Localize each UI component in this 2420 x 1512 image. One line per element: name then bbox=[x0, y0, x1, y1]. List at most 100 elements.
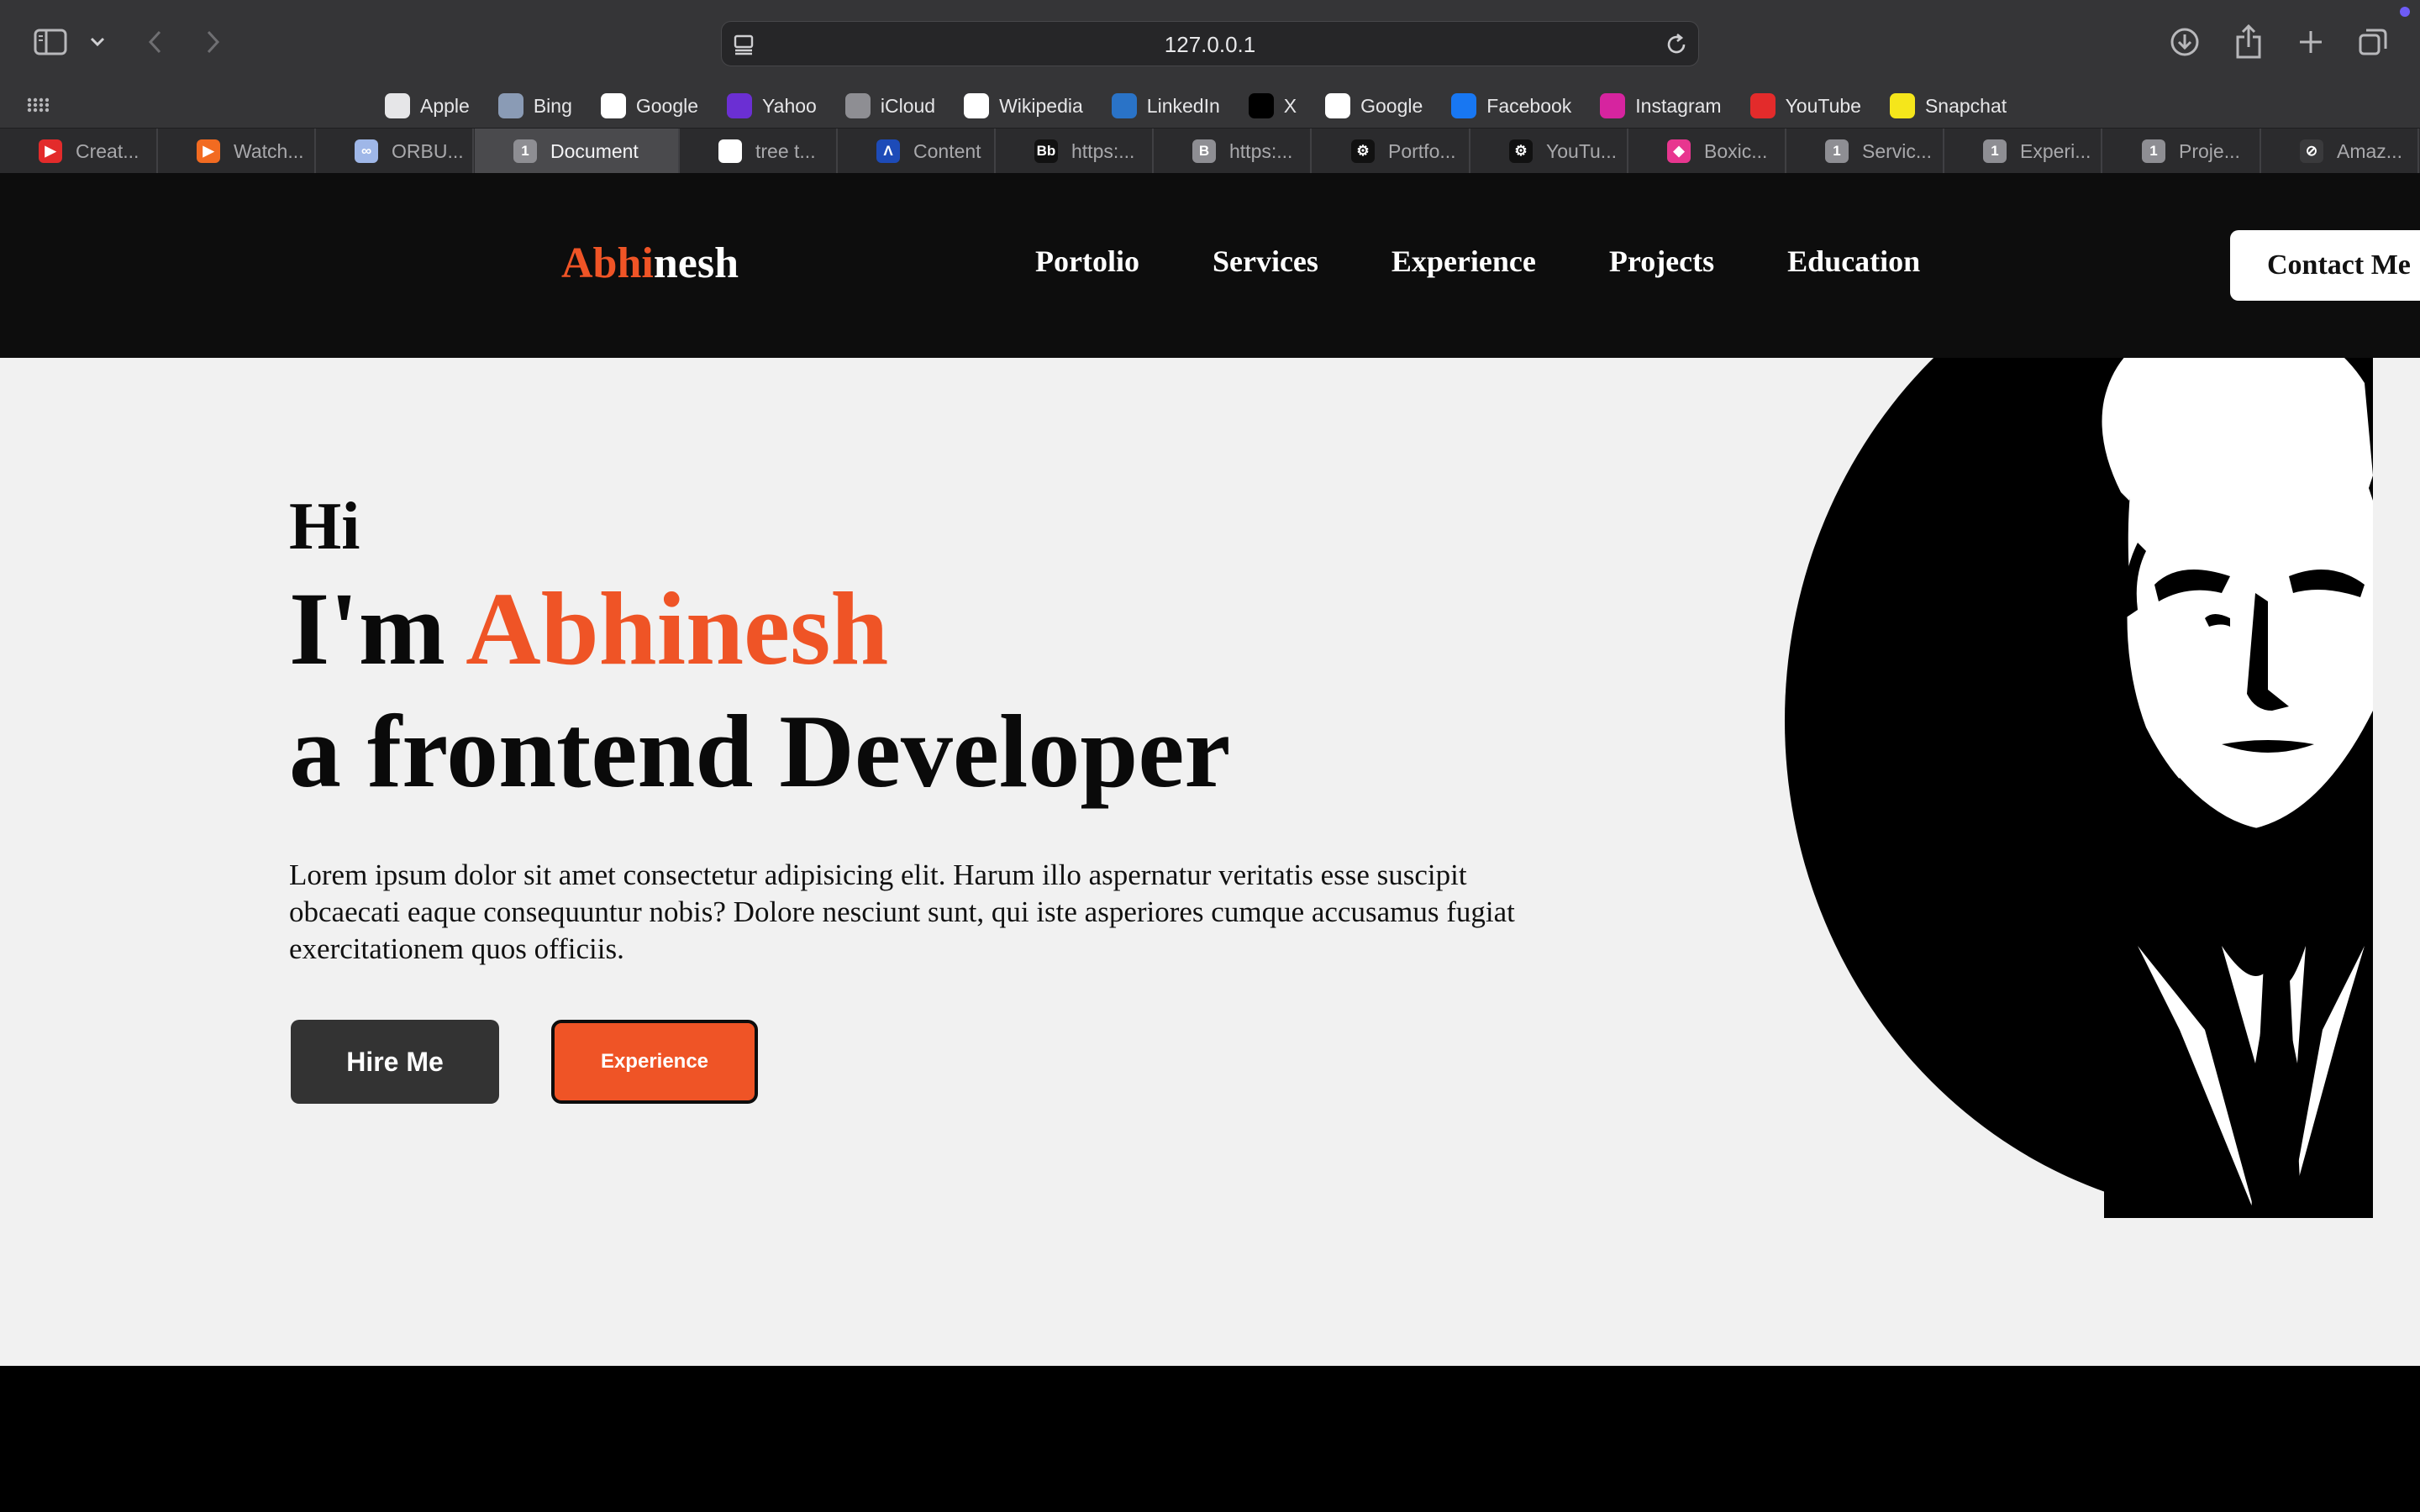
browser-tab[interactable]: ⊘ Amaz... bbox=[2261, 129, 2419, 174]
favorite-youtube[interactable]: YouTube bbox=[1749, 93, 1861, 118]
back-icon[interactable] bbox=[139, 25, 170, 59]
hire-me-button[interactable]: Hire Me bbox=[291, 1020, 499, 1104]
openai-icon: ⚙ bbox=[1509, 139, 1533, 163]
browser-tab[interactable]: ⚙ Portfo... bbox=[1313, 129, 1470, 174]
favorite-yahoo[interactable]: Yahoo bbox=[727, 93, 817, 118]
page-number-icon: 1 bbox=[2142, 139, 2165, 163]
chevron-down-icon[interactable] bbox=[87, 32, 108, 52]
yahoo-icon bbox=[727, 93, 753, 118]
portrait-illustration bbox=[1785, 358, 2373, 1218]
downloads-icon[interactable] bbox=[2168, 25, 2202, 59]
b-icon: B bbox=[1192, 139, 1216, 163]
tab-bar: ▶ Creat... ▶ Watch... ∞ ORBU... 1 Document Gtree… bbox=[0, 128, 2420, 174]
browser-tab[interactable]: 1 Experi... bbox=[1944, 129, 2102, 174]
browser-toolbar: 127.0.0.1 bbox=[0, 0, 2420, 84]
tab-label: Servic... bbox=[1862, 139, 1933, 162]
tab-label: YouTu... bbox=[1546, 139, 1617, 162]
wikipedia-icon bbox=[964, 93, 990, 118]
facebook-icon bbox=[1451, 93, 1477, 118]
browser-tab[interactable]: Λ Content bbox=[838, 129, 996, 174]
browser-tab[interactable]: 1 Proje... bbox=[2103, 129, 2261, 174]
favorites-bar: Apple Bing Google Yahoo iCloud Wikipedia Linke… bbox=[0, 84, 2420, 128]
browser-tab[interactable]: ⚙ YouTu... bbox=[1470, 129, 1628, 174]
hero-intro: I'm Abhinesh bbox=[289, 570, 888, 689]
logo-accent: Abhi bbox=[561, 239, 654, 287]
openai-icon: ⚙ bbox=[1351, 139, 1375, 163]
tab-label: Amaz... bbox=[2337, 139, 2402, 162]
browser-tab[interactable]: ▶ Watch... bbox=[158, 129, 316, 174]
youtube-icon bbox=[1749, 93, 1776, 118]
site-logo[interactable]: Abhinesh bbox=[561, 239, 739, 288]
bb-icon: Bb bbox=[1034, 139, 1058, 163]
tab-overview-icon[interactable] bbox=[2356, 25, 2390, 59]
apple-icon bbox=[385, 93, 410, 118]
url-text[interactable]: 127.0.0.1 bbox=[722, 22, 1698, 67]
browser-tab[interactable]: Gtree t... bbox=[680, 129, 838, 174]
browser-tab[interactable]: Bhttps:... bbox=[1154, 129, 1312, 174]
nav-link-experience[interactable]: Experience bbox=[1392, 244, 1536, 279]
tab-label: Portfo... bbox=[1388, 139, 1456, 162]
reload-icon[interactable] bbox=[1665, 33, 1688, 60]
tab-label: tree t... bbox=[755, 139, 816, 162]
hero-greeting: Hi bbox=[289, 490, 360, 564]
nav-link-services[interactable]: Services bbox=[1213, 244, 1318, 279]
favorite-linkedin[interactable]: LinkedIn bbox=[1111, 93, 1220, 118]
tab-label: Watch... bbox=[234, 139, 304, 162]
tab-label: Experi... bbox=[2020, 139, 2091, 162]
browser-tab[interactable]: ◆ Boxic... bbox=[1628, 129, 1786, 174]
favorite-label: Bing bbox=[533, 94, 572, 117]
nav-link-projects[interactable]: Projects bbox=[1609, 244, 1714, 279]
browser-tab[interactable]: 1 Document bbox=[475, 129, 680, 174]
favorite-label: Facebook bbox=[1486, 94, 1572, 117]
browser-tab[interactable]: Bb https:... bbox=[996, 129, 1154, 174]
hero-name: Abhinesh bbox=[466, 571, 889, 686]
browser-tab[interactable]: 1 Servic... bbox=[1786, 129, 1944, 174]
favorite-google[interactable]: Google bbox=[600, 93, 699, 118]
tab-label: https:... bbox=[1229, 139, 1293, 162]
favorite-google[interactable]: Google bbox=[1325, 93, 1423, 118]
experience-button[interactable]: Experience bbox=[551, 1020, 758, 1104]
new-tab-icon[interactable] bbox=[2294, 25, 2328, 59]
compass-icon: ⊘ bbox=[2300, 139, 2323, 163]
favorite-label: LinkedIn bbox=[1146, 94, 1220, 117]
favorite-label: Google bbox=[635, 94, 699, 117]
tab-label: Proje... bbox=[2179, 139, 2240, 162]
favorite-label: YouTube bbox=[1785, 94, 1861, 117]
bing-icon bbox=[497, 93, 523, 118]
favorite-x[interactable]: X bbox=[1248, 93, 1297, 118]
tab-label: Creat... bbox=[76, 139, 139, 162]
favorite-bing[interactable]: Bing bbox=[497, 93, 572, 118]
favorite-instagram[interactable]: Instagram bbox=[1600, 93, 1722, 118]
favorite-apple[interactable]: Apple bbox=[385, 93, 470, 118]
sidebar-toggle-icon[interactable] bbox=[32, 27, 69, 57]
favorite-label: iCloud bbox=[880, 94, 936, 117]
favorite-wikipedia[interactable]: Wikipedia bbox=[964, 93, 1083, 118]
footer-strip bbox=[0, 1366, 2420, 1512]
favorite-label: Instagram bbox=[1635, 94, 1722, 117]
nav-link-portfolio[interactable]: Portolio bbox=[1035, 244, 1139, 279]
browser-tab[interactable]: ▶ Creat... bbox=[0, 129, 158, 174]
share-icon[interactable] bbox=[2232, 22, 2265, 60]
play-icon: ▶ bbox=[197, 139, 220, 163]
page-number-icon: 1 bbox=[1983, 139, 2007, 163]
favorite-snapchat[interactable]: Snapchat bbox=[1889, 93, 2007, 118]
favorite-icloud[interactable]: iCloud bbox=[844, 93, 936, 118]
browser-tab[interactable]: ∞ ORBU... bbox=[316, 129, 474, 174]
notification-dot bbox=[2400, 7, 2410, 17]
snapchat-icon bbox=[1889, 93, 1915, 118]
favorite-label: Apple bbox=[420, 94, 470, 117]
address-bar[interactable]: 127.0.0.1 bbox=[721, 21, 1699, 66]
link-icon: ∞ bbox=[355, 139, 378, 163]
linkedin-icon bbox=[1111, 93, 1137, 118]
hero-role: a frontend Developer bbox=[289, 694, 1231, 809]
boxicons-icon: ◆ bbox=[1667, 139, 1691, 163]
grid-icon[interactable] bbox=[27, 94, 50, 120]
tab-label: Document bbox=[550, 139, 639, 162]
contact-me-button[interactable]: Contact Me bbox=[2230, 230, 2420, 301]
nav-link-education[interactable]: Education bbox=[1787, 244, 1920, 279]
forward-icon[interactable] bbox=[198, 25, 229, 59]
main-nav: Portolio Services Experience Projects Ed… bbox=[1035, 244, 1993, 279]
favorite-label: Snapchat bbox=[1924, 94, 2007, 117]
instagram-icon bbox=[1600, 93, 1626, 118]
favorite-facebook[interactable]: Facebook bbox=[1451, 93, 1571, 118]
